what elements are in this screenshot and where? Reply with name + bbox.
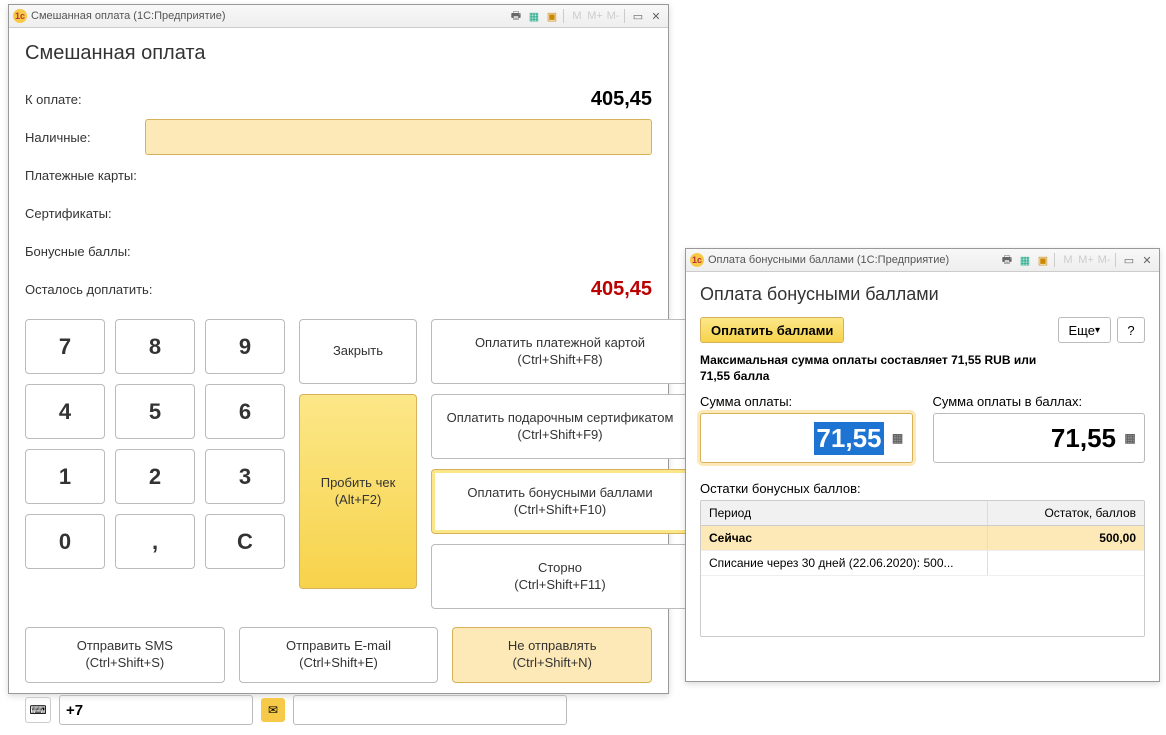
numpad-comma[interactable]: , [115, 514, 195, 569]
sum-points-label: Сумма оплаты в баллах: [933, 394, 1146, 409]
keyboard-icon[interactable]: ⌨ [25, 697, 51, 723]
numpad-0[interactable]: 0 [25, 514, 105, 569]
memory-m-icon: M [1060, 252, 1076, 268]
numpad-6[interactable]: 6 [205, 384, 285, 439]
page-title: Оплата бонусными баллами [700, 284, 1145, 305]
numpad-clear[interactable]: C [205, 514, 285, 569]
phone-input[interactable]: +7 [59, 695, 253, 725]
page-title: Смешанная оплата [25, 42, 652, 65]
envelope-icon[interactable]: ✉ [261, 698, 285, 722]
certs-label: Сертификаты: [25, 206, 112, 221]
send-sms-button[interactable]: Отправить SMS (Ctrl+Shift+S) [25, 627, 225, 683]
balances-label: Остатки бонусных баллов: [700, 481, 1145, 496]
sum-label: Сумма оплаты: [700, 394, 913, 409]
col-period[interactable]: Период [701, 501, 988, 525]
numpad-4[interactable]: 4 [25, 384, 105, 439]
calculator-icon[interactable]: ▦ [526, 8, 542, 24]
cash-label: Наличные: [25, 130, 145, 145]
balance-table: Период Остаток, баллов Сейчас 500,00 Спи… [700, 500, 1145, 637]
close-button[interactable]: Закрыть [299, 319, 417, 384]
numpad-1[interactable]: 1 [25, 449, 105, 504]
numpad: 7 8 9 4 5 6 1 2 3 0 , C [25, 319, 285, 609]
memory-mminus-icon: M- [605, 8, 621, 24]
punch-receipt-button[interactable]: Пробить чек (Alt+F2) [299, 394, 417, 589]
minimize-icon[interactable]: ▭ [1121, 252, 1137, 268]
cash-input[interactable] [145, 119, 652, 155]
help-button[interactable]: ? [1117, 317, 1145, 343]
numpad-7[interactable]: 7 [25, 319, 105, 374]
numpad-2[interactable]: 2 [115, 449, 195, 504]
numpad-8[interactable]: 8 [115, 319, 195, 374]
app-logo-icon: 1c [13, 9, 27, 23]
numpad-3[interactable]: 3 [205, 449, 285, 504]
sum-input[interactable]: 71,55 ▦ [700, 413, 913, 463]
numpad-5[interactable]: 5 [115, 384, 195, 439]
mixed-payment-window: 1c Смешанная оплата (1С:Предприятие) 🖶 ▦… [8, 4, 669, 694]
col-balance[interactable]: Остаток, баллов [988, 501, 1144, 525]
print-icon[interactable]: 🖶 [999, 252, 1015, 268]
storno-button[interactable]: Сторно (Ctrl+Shift+F11) [431, 544, 689, 609]
app-logo-icon: 1c [690, 253, 704, 267]
bonus-payment-window: 1c Оплата бонусными баллами (1С:Предприя… [685, 248, 1160, 682]
remain-value: 405,45 [185, 278, 652, 301]
memory-mminus-icon: M- [1096, 252, 1112, 268]
close-icon[interactable]: ✕ [648, 8, 664, 24]
pay-with-points-button[interactable]: Оплатить баллами [700, 317, 844, 343]
pay-cert-button[interactable]: Оплатить подарочным сертификатом (Ctrl+S… [431, 394, 689, 459]
minimize-icon[interactable]: ▭ [630, 8, 646, 24]
bonus-label: Бонусные баллы: [25, 244, 131, 259]
window-title: Смешанная оплата (1С:Предприятие) [31, 10, 506, 22]
no-send-button[interactable]: Не отправлять (Ctrl+Shift+N) [452, 627, 652, 683]
more-button[interactable]: Еще [1058, 317, 1111, 343]
send-email-button[interactable]: Отправить E-mail (Ctrl+Shift+E) [239, 627, 439, 683]
memory-mplus-icon: M+ [1078, 252, 1094, 268]
remain-label: Осталось доплатить: [25, 282, 185, 297]
cards-label: Платежные карты: [25, 168, 137, 183]
max-note: Максимальная сумма оплаты составляет 71,… [700, 353, 1145, 384]
table-row[interactable]: Сейчас 500,00 [701, 526, 1144, 551]
close-icon[interactable]: ✕ [1139, 252, 1155, 268]
email-input[interactable] [293, 695, 567, 725]
numpad-9[interactable]: 9 [205, 319, 285, 374]
memory-m-icon: M [569, 8, 585, 24]
calculator-icon[interactable]: ▦ [1122, 430, 1138, 446]
window-title: Оплата бонусными баллами (1С:Предприятие… [708, 254, 997, 266]
titlebar[interactable]: 1c Смешанная оплата (1С:Предприятие) 🖶 ▦… [9, 5, 668, 28]
calculator-icon[interactable]: ▦ [890, 430, 906, 446]
punch-line1: Пробить чек [321, 475, 396, 492]
punch-line2: (Alt+F2) [335, 492, 382, 509]
calculator-icon[interactable]: ▦ [1017, 252, 1033, 268]
titlebar[interactable]: 1c Оплата бонусными баллами (1С:Предприя… [686, 249, 1159, 272]
table-row[interactable]: Списание через 30 дней (22.06.2020): 500… [701, 551, 1144, 576]
calendar-icon[interactable]: ▣ [1035, 252, 1051, 268]
print-icon[interactable]: 🖶 [508, 8, 524, 24]
sum-points-input[interactable]: 71,55 ▦ [933, 413, 1146, 463]
to-pay-label: К оплате: [25, 92, 145, 107]
memory-mplus-icon: M+ [587, 8, 603, 24]
pay-card-button[interactable]: Оплатить платежной картой (Ctrl+Shift+F8… [431, 319, 689, 384]
calendar-icon[interactable]: ▣ [544, 8, 560, 24]
pay-bonus-button[interactable]: Оплатить бонусными баллами (Ctrl+Shift+F… [431, 469, 689, 534]
to-pay-value: 405,45 [145, 88, 652, 111]
